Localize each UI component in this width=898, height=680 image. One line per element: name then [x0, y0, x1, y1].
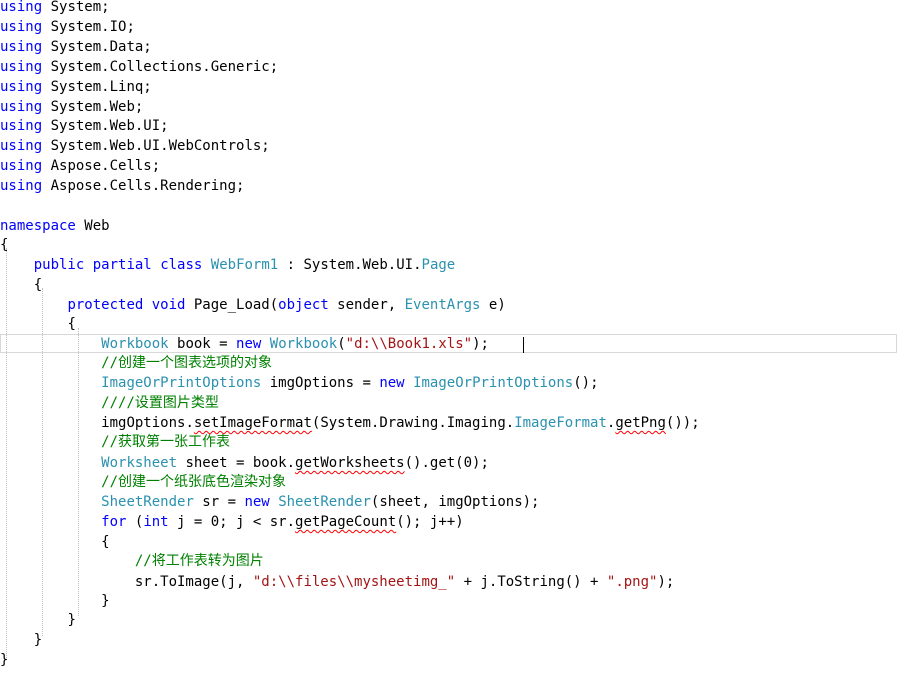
code-line: using Aspose.Cells.Rendering; [0, 178, 245, 194]
code-comment: //创建一个纸张底色渲染对象 [101, 474, 287, 490]
code-line: ImageOrPrintOptions imgOptions = new Ima… [101, 375, 599, 391]
code-line: { [67, 316, 76, 332]
code-line: } [33, 632, 43, 648]
code-line: for (int j = 0; j < sr.getPageCount(); j… [101, 514, 464, 530]
code-line: using System.Web; [0, 99, 144, 115]
code-line: using System.Collections.Generic; [0, 59, 279, 75]
code-line: SheetRender sr = new SheetRender(sheet, … [101, 494, 540, 510]
code-line: using Aspose.Cells; [0, 158, 161, 174]
code-line: } [67, 612, 76, 628]
code-comment: //获取第一张工作表 [101, 434, 231, 450]
code-line: sr.ToImage(j, "d:\\files\\mysheetimg_" +… [134, 574, 675, 590]
code-line: } [0, 652, 9, 668]
code-line: using System.IO; [0, 19, 135, 35]
text-caret [523, 337, 524, 353]
code-line: { [101, 534, 110, 550]
code-comment: ////设置图片类型 [101, 395, 219, 411]
code-line: using System.Data; [0, 39, 152, 55]
code-line: { [33, 277, 43, 293]
code-line: Workbook book = new Workbook("d:\\Book1.… [101, 336, 489, 352]
code-line: protected void Page_Load(object sender, … [67, 297, 506, 313]
code-line: using System.Linq; [0, 79, 152, 95]
code-comment: //将工作表转为图片 [134, 553, 264, 569]
code-line: using System; [0, 0, 110, 15]
code-line: { [0, 237, 9, 253]
code-line: } [101, 593, 110, 609]
code-line: imgOptions.setImageFormat(System.Drawing… [101, 415, 700, 431]
code-editor[interactable]: using System; using System.IO; using Sys… [0, 0, 898, 680]
code-comment: //创建一个图表选项的对象 [101, 355, 273, 371]
code-line: namespace Web [0, 218, 110, 234]
code-line: public partial class WebForm1 : System.W… [33, 257, 456, 273]
code-line: using System.Web.UI.WebControls; [0, 138, 270, 154]
code-line: Worksheet sheet = book.getWorksheets().g… [101, 455, 489, 471]
code-line: using System.Web.UI; [0, 118, 169, 134]
